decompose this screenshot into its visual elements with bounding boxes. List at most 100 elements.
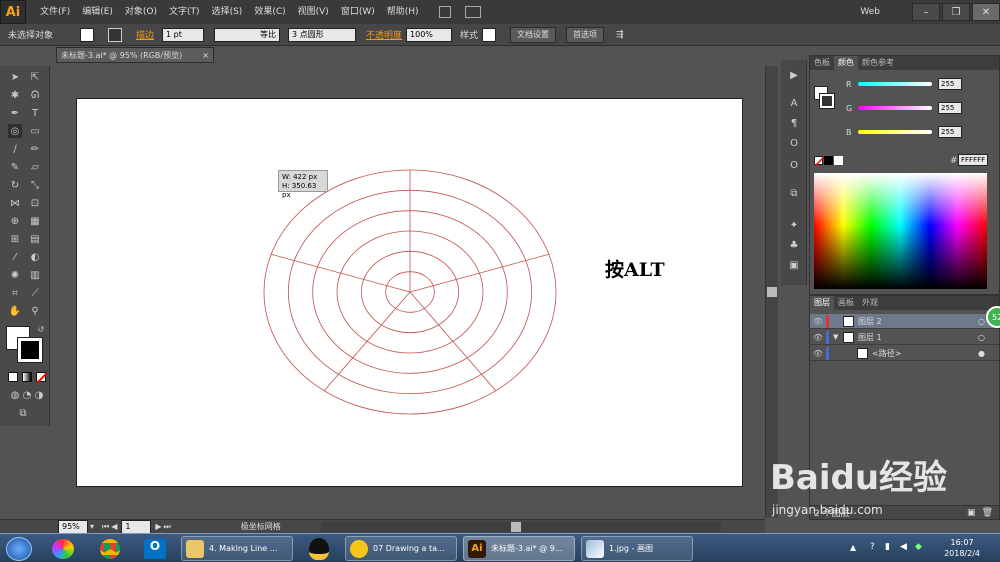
arrange-documents-icon[interactable] (464, 6, 481, 18)
shape-builder-tool-icon[interactable]: ⊕ (8, 214, 22, 228)
brush-definition[interactable]: 3 点圆形 (288, 27, 357, 42)
free-transform-tool-icon[interactable]: ⊡ (28, 196, 42, 210)
glyphs-icon[interactable]: O (787, 158, 801, 172)
artboard-tool-icon[interactable]: ⌗ (8, 286, 22, 300)
slice-tool-icon[interactable]: ⟋ (28, 286, 42, 300)
outlook-icon[interactable]: O (144, 539, 166, 559)
target-circle-icon[interactable]: ● (978, 349, 985, 358)
taskbar-item-illustrator[interactable]: Ai 未标题-3.ai* @ 9... (463, 536, 575, 561)
menu-window[interactable]: 窗口(W) (335, 0, 381, 24)
maximize-button[interactable]: ❐ (942, 3, 970, 21)
expand-triangle-icon[interactable]: ▼ (833, 333, 843, 341)
lasso-tool-icon[interactable]: ᘏ (28, 88, 42, 102)
visibility-eye-icon[interactable]: 👁 (810, 333, 826, 342)
menu-file[interactable]: 文件(F) (34, 0, 76, 24)
hex-value[interactable]: FFFFFF (958, 154, 988, 166)
target-circle-icon[interactable]: ○ (978, 333, 985, 342)
polar-grid-tool-icon[interactable]: ◎ (8, 124, 22, 138)
pathfinder-icon[interactable]: ⧉ (787, 186, 801, 200)
symbols-icon[interactable]: ♣ (787, 238, 801, 252)
zoom-field[interactable]: 95% (58, 519, 88, 534)
tab-swatches[interactable]: 色板 (810, 56, 834, 70)
close-tab-icon[interactable]: × (202, 51, 209, 60)
type-tool-icon[interactable]: T (28, 106, 42, 120)
security-tray-icon[interactable]: ◆ (915, 542, 922, 552)
next-artboard-icon[interactable]: ▶ (155, 522, 161, 531)
menu-object[interactable]: 对象(O) (119, 0, 163, 24)
taskbar-item-paint[interactable]: 1.jpg - 画图 (581, 536, 693, 561)
qq-icon[interactable] (309, 538, 329, 560)
polar-grid[interactable] (77, 99, 744, 488)
delete-layer-icon[interactable]: 🗑 (982, 508, 993, 518)
opacity-label[interactable]: 不透明度 (366, 28, 402, 41)
opentype-icon[interactable]: O (787, 136, 801, 150)
scroll-thumb[interactable] (767, 287, 777, 297)
taskbar-item-video[interactable]: 07 Drawing a ta... (345, 536, 457, 561)
target-circle-icon[interactable]: ○ (978, 317, 985, 326)
colorful-app-icon[interactable] (52, 539, 74, 559)
gradient-mode-icon[interactable] (22, 372, 32, 382)
scale-tool-icon[interactable]: ⤡ (28, 178, 42, 192)
rotate-tool-icon[interactable]: ↻ (8, 178, 22, 192)
first-artboard-icon[interactable]: ⏮ (102, 522, 109, 532)
blue-slider[interactable] (858, 130, 932, 134)
horizontal-scrollbar[interactable] (320, 521, 721, 532)
prev-artboard-icon[interactable]: ◀ (111, 522, 117, 531)
pen-tool-icon[interactable]: ✒ (8, 106, 22, 120)
opacity-field[interactable]: 100% (406, 27, 453, 42)
menu-view[interactable]: 视图(V) (292, 0, 335, 24)
stroke-label[interactable]: 描边 (136, 28, 154, 41)
draw-inside-icon[interactable]: ◑ (32, 388, 46, 402)
tray-expand-icon[interactable]: ▲ (850, 543, 856, 552)
visibility-eye-icon[interactable]: 👁 (810, 349, 826, 358)
chrome-icon[interactable] (100, 539, 120, 559)
column-graph-tool-icon[interactable]: ▥ (28, 268, 42, 282)
red-value[interactable]: 255 (938, 78, 962, 90)
menu-help[interactable]: 帮助(H) (381, 0, 425, 24)
document-setup-button[interactable]: 文档设置 (510, 26, 557, 43)
stroke-swatch[interactable] (108, 27, 122, 42)
arrange-icon[interactable]: ⇶ (616, 30, 624, 40)
new-layer-icon[interactable]: ▣ (967, 508, 976, 518)
perspective-grid-tool-icon[interactable]: ▦ (28, 214, 42, 228)
layer-row-1[interactable]: 👁 ▼ 图层 1 ○ (810, 330, 999, 345)
layer-row-2[interactable]: 👁 图层 2 ○ (810, 314, 999, 329)
hscroll-thumb[interactable] (510, 521, 521, 532)
width-tool-icon[interactable]: ⋈ (8, 196, 22, 210)
variable-width-profile[interactable]: 等比 (214, 27, 281, 42)
menu-edit[interactable]: 编辑(E) (76, 0, 119, 24)
pencil-tool-icon[interactable]: ✏ (28, 142, 42, 156)
graphic-styles-icon[interactable]: ▣ (787, 258, 801, 272)
blue-value[interactable]: 255 (938, 126, 962, 138)
help-tray-icon[interactable]: ? (870, 542, 875, 552)
swap-colors-icon[interactable]: ↺ (34, 322, 48, 336)
selection-tool-icon[interactable]: ➤ (8, 70, 22, 84)
tab-appearance[interactable]: 外观 (858, 296, 882, 310)
menu-select[interactable]: 选择(S) (206, 0, 249, 24)
white-swatch[interactable] (834, 156, 843, 165)
stroke-weight-field[interactable]: 1 pt (162, 27, 205, 42)
direct-selection-tool-icon[interactable]: ⇱ (28, 70, 42, 84)
stroke-color-box[interactable] (17, 337, 43, 363)
artboard-number-field[interactable]: 1 (121, 519, 152, 534)
black-swatch[interactable] (824, 156, 833, 165)
last-artboard-icon[interactable]: ⏭ (164, 522, 171, 532)
none-swatch[interactable] (814, 156, 825, 167)
style-swatch[interactable] (482, 27, 497, 42)
eyedropper-tool-icon[interactable]: ⁄ (8, 250, 22, 264)
zoom-dropdown-icon[interactable]: ▾ (90, 522, 94, 531)
magic-wand-tool-icon[interactable]: ✱ (8, 88, 22, 102)
red-slider[interactable] (858, 82, 932, 86)
menu-type[interactable]: 文字(T) (163, 0, 206, 24)
paintbrush-tool-icon[interactable]: ∕ (8, 142, 22, 156)
color-mode-icon[interactable] (8, 372, 18, 382)
sublayer-row-path[interactable]: 👁 <路径> ● (810, 346, 999, 361)
menu-effect[interactable]: 效果(C) (248, 0, 291, 24)
character-icon[interactable]: A (787, 96, 801, 110)
taskbar-item-folder[interactable]: 4. Making Line ... (181, 536, 293, 561)
brushes-icon[interactable]: ✦ (787, 218, 801, 232)
zoom-tool-icon[interactable]: ⚲ (28, 304, 42, 318)
blend-tool-icon[interactable]: ◐ (28, 250, 42, 264)
bridge-icon[interactable] (438, 6, 451, 18)
screen-mode-icon[interactable]: ⧉ (16, 406, 30, 420)
